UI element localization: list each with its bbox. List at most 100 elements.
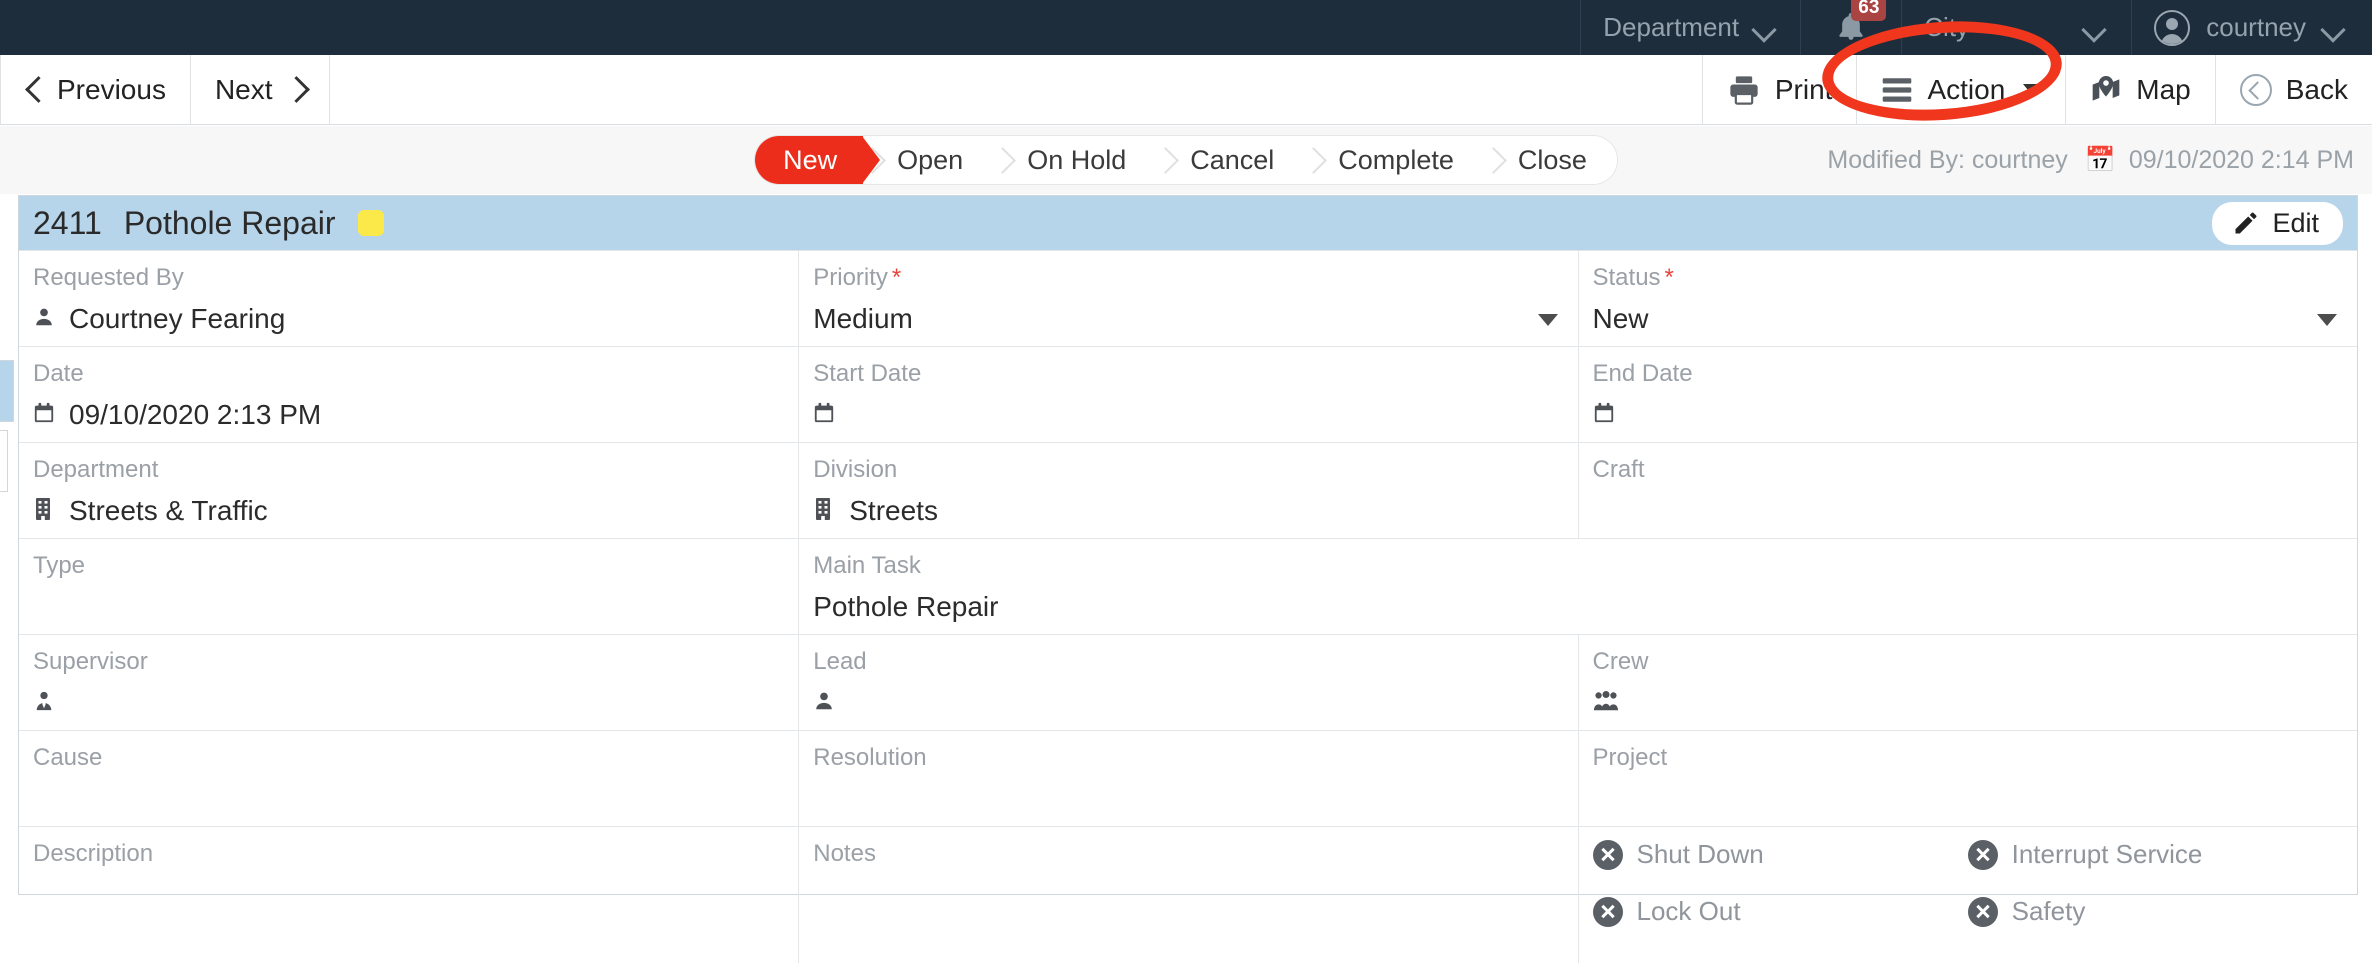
field-label: Cause (33, 744, 103, 771)
map-label: Map (2136, 73, 2191, 105)
calendar-icon (1593, 401, 1617, 429)
form-row: Department Streets & Traffic Division St… (19, 442, 2357, 538)
modified-by-info: Modified By: courtney 📅 09/10/2020 2:14 … (1827, 146, 2354, 175)
field-value-wrap (1593, 686, 2343, 720)
modified-by-prefix: Modified By: (1827, 146, 1965, 174)
field-value-wrap: Courtney Fearing (33, 302, 784, 336)
field-start-date[interactable]: Start Date (798, 347, 1577, 442)
checkbox-lock-out[interactable]: Lock Out (1592, 896, 1968, 927)
next-button[interactable]: Next (191, 55, 330, 124)
workflow-step-cancel[interactable]: Cancel (1156, 136, 1305, 184)
field-label: Type (33, 552, 86, 579)
next-label: Next (214, 73, 273, 105)
edit-button[interactable]: Edit (2212, 201, 2343, 245)
form-row: Supervisor Lead Crew (19, 634, 2357, 730)
department-filter-dropdown[interactable]: Department (1580, 0, 1800, 55)
global-header: Department 63 City courtney (0, 0, 2372, 55)
checkbox-label: Shut Down (1636, 839, 1764, 869)
field-label: Craft (1592, 456, 1645, 483)
field-status[interactable]: Status * New (1577, 251, 2357, 346)
field-label: Main Task (813, 552, 921, 579)
user-menu[interactable]: courtney (2131, 0, 2372, 55)
workflow-step-label: On Hold (1027, 144, 1127, 175)
print-label: Print (1774, 73, 1833, 105)
workflow-step-close[interactable]: Close (1483, 136, 1617, 184)
field-cause[interactable]: Cause (19, 731, 798, 826)
previous-label: Previous (57, 73, 166, 105)
sidebar-edge-tab[interactable] (0, 430, 8, 492)
workflow-status-bar: New Open On Hold Cancel Complete Close (755, 136, 1617, 184)
back-button[interactable]: Back (2214, 55, 2372, 124)
field-value: Streets (849, 495, 938, 526)
field-label: Description (33, 840, 154, 867)
sidebar-edge-tab-active[interactable] (0, 360, 14, 422)
field-crew[interactable]: Crew (1577, 635, 2357, 730)
workflow-step-complete[interactable]: Complete (1304, 136, 1484, 184)
field-lead[interactable]: Lead (798, 635, 1577, 730)
print-button[interactable]: Print (1701, 55, 1857, 124)
field-value: 09/10/2020 2:13 PM (69, 399, 322, 430)
field-value-wrap (813, 398, 1563, 432)
building-icon (33, 497, 57, 525)
field-requested-by[interactable]: Requested By Courtney Fearing (19, 251, 798, 346)
dropdown-arrow-icon[interactable] (2316, 314, 2337, 326)
status-flag-badge (357, 210, 384, 236)
previous-button[interactable]: Previous (0, 55, 191, 124)
username-label: courtney (2206, 12, 2306, 42)
field-end-date[interactable]: End Date (1577, 347, 2357, 442)
checkbox-safety[interactable]: Safety (1967, 896, 2343, 927)
record-toolbar: Previous Next Print Action Map Back (0, 55, 2372, 125)
chevron-left-icon (25, 75, 43, 105)
edit-label: Edit (2272, 207, 2319, 238)
avatar (2154, 9, 2191, 46)
map-pin-icon (2090, 74, 2122, 106)
map-button[interactable]: Map (2065, 55, 2214, 124)
field-value-wrap: 09/10/2020 2:13 PM (33, 398, 784, 432)
checkbox-label: Safety (2011, 896, 2086, 926)
record-number: 2411 (33, 204, 102, 241)
circle-x-icon (1592, 896, 1623, 927)
field-division[interactable]: Division Streets (798, 443, 1577, 538)
building-icon (813, 497, 837, 525)
field-label: Department (33, 456, 159, 483)
field-value (33, 590, 784, 624)
checkbox-shut-down[interactable]: Shut Down (1592, 839, 1968, 870)
form-row: Cause Resolution Project (19, 730, 2357, 826)
action-menu-button[interactable]: Action (1856, 55, 2065, 124)
field-value (33, 878, 784, 912)
user-tie-icon (33, 689, 57, 717)
required-asterisk: * (891, 264, 902, 291)
field-label: Project (1592, 744, 1668, 771)
workflow-step-new[interactable]: New (755, 136, 881, 184)
field-supervisor[interactable]: Supervisor (19, 635, 798, 730)
field-main-task[interactable]: Main Task Pothole Repair (798, 539, 2357, 634)
notifications-button[interactable]: 63 (1800, 0, 1901, 55)
chevron-down-icon (2322, 21, 2348, 35)
field-project[interactable]: Project (1577, 731, 2357, 826)
field-label: Status * (1592, 264, 1674, 291)
field-value (813, 782, 1563, 816)
field-description[interactable]: Description (19, 827, 798, 963)
field-label: Resolution (813, 744, 927, 771)
field-craft[interactable]: Craft (1577, 443, 2357, 538)
dropdown-arrow-icon[interactable] (1537, 314, 1558, 326)
field-resolution[interactable]: Resolution (798, 731, 1577, 826)
checkbox-interrupt-service[interactable]: Interrupt Service (1967, 839, 2343, 870)
workflow-step-on-hold[interactable]: On Hold (993, 136, 1157, 184)
modified-by-user: courtney (1971, 146, 2068, 174)
calendar-icon (813, 401, 837, 429)
users-icon (1593, 689, 1618, 717)
field-type[interactable]: Type (19, 539, 798, 634)
workflow-step-label: Open (897, 144, 964, 175)
field-department[interactable]: Department Streets & Traffic (19, 443, 798, 538)
field-notes[interactable]: Notes (798, 827, 1577, 963)
chevron-right-icon (287, 75, 305, 105)
circle-x-icon (1967, 839, 1998, 870)
field-value: Courtney Fearing (69, 303, 286, 334)
field-priority[interactable]: Priority * Medium (798, 251, 1577, 346)
work-order-card: 2411 Pothole Repair Edit Requested By Co… (18, 195, 2358, 963)
field-label: Lead (813, 648, 867, 675)
field-date[interactable]: Date 09/10/2020 2:13 PM (19, 347, 798, 442)
workflow-step-open[interactable]: Open (863, 136, 994, 184)
city-filter-dropdown[interactable]: City (1901, 0, 2131, 55)
